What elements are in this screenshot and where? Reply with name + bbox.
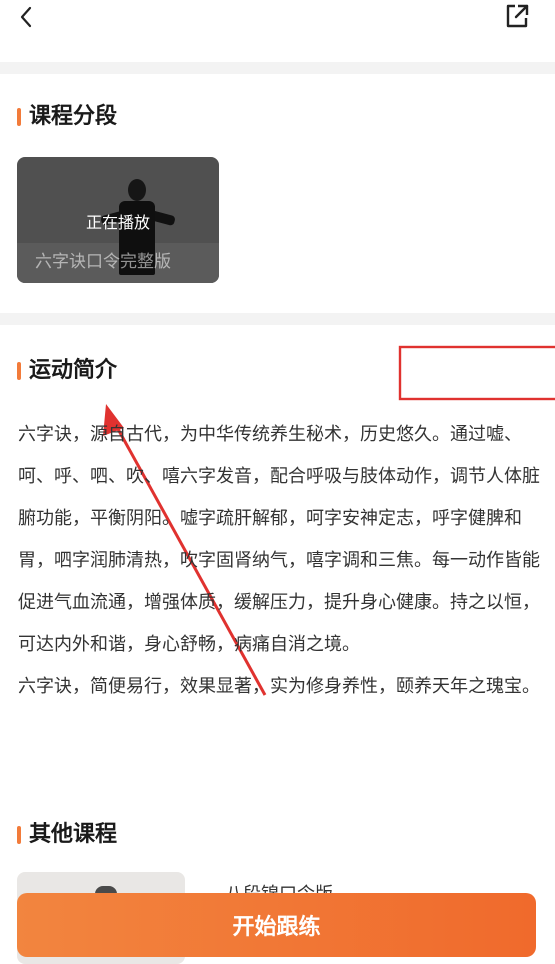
intro-title-text: 运动简介 [29, 358, 118, 383]
title-accent-bar [17, 826, 21, 844]
back-icon[interactable] [14, 4, 40, 30]
section-divider [0, 313, 555, 325]
intro-body: 六字诀，源自古代，为中华传统养生秘术，历史悠久。通过嘘、呵、呼、呬、吹、嘻六字发… [18, 414, 543, 708]
now-playing-label: 正在播放 [85, 213, 150, 232]
title-accent-bar [17, 108, 21, 126]
intro-title: 运动简介 [17, 358, 117, 384]
other-title: 其他课程 [17, 822, 117, 848]
segments-title: 课程分段 [17, 104, 117, 130]
intro-paragraph: 六字诀，源自古代，为中华传统养生秘术，历史悠久。通过嘘、呵、呼、呬、吹、嘻六字发… [18, 424, 540, 655]
section-divider [0, 62, 555, 74]
start-training-button[interactable]: 开始跟练 [17, 893, 536, 957]
intro-paragraph: 六字诀，简便易行，效果显著，实为修身养性，颐养天年之瑰宝。 [18, 676, 540, 697]
title-accent-bar [17, 362, 21, 380]
segment-title: 六字诀口令完整版 [35, 252, 171, 272]
segment-card[interactable]: 正在播放 六字诀口令完整版 [17, 157, 219, 283]
share-icon[interactable] [503, 2, 531, 30]
top-bar [0, 0, 555, 62]
segments-title-text: 课程分段 [29, 104, 118, 129]
other-title-text: 其他课程 [29, 822, 118, 847]
